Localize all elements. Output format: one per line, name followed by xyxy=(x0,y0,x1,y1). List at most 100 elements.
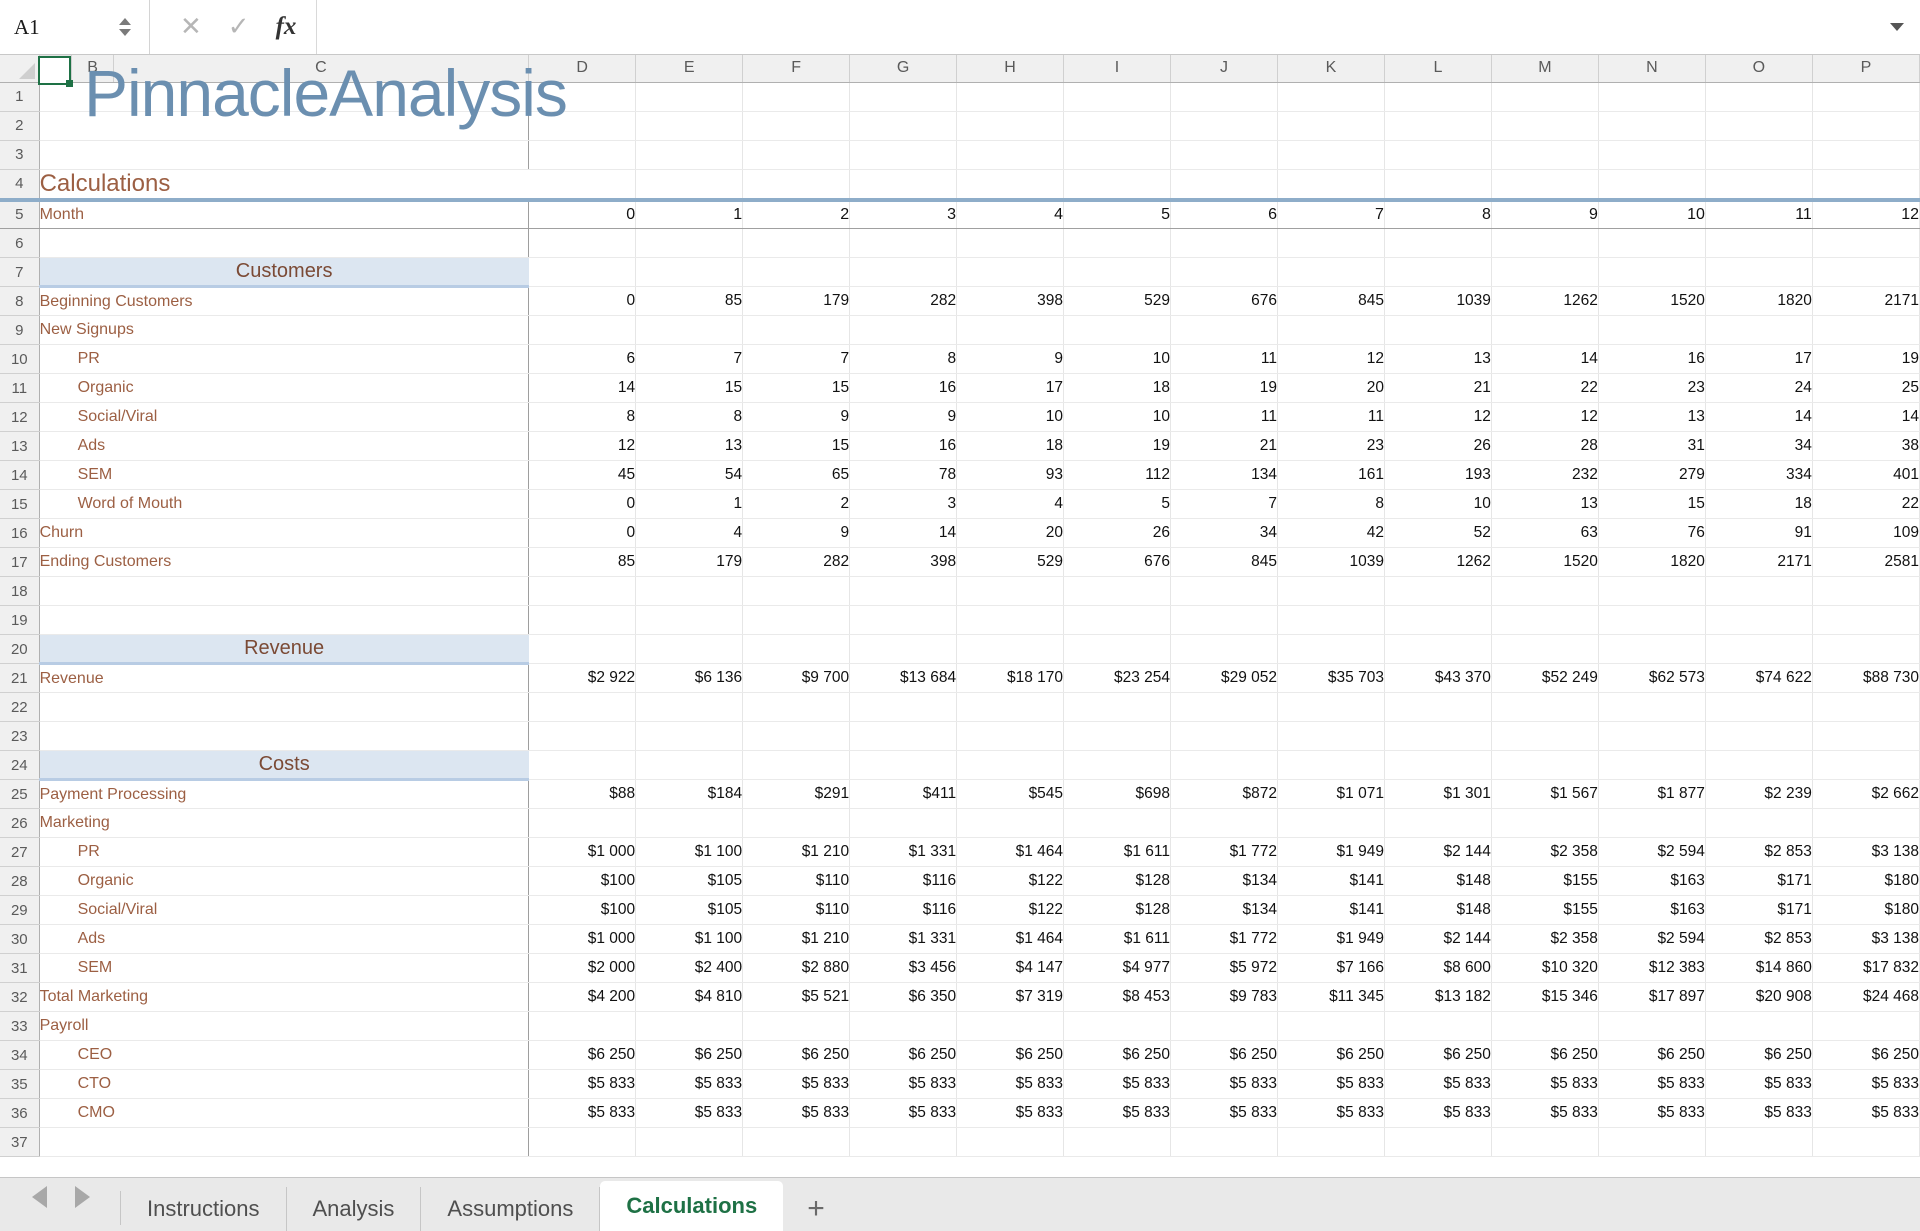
column-header-j[interactable]: J xyxy=(1170,55,1278,83)
data-cell[interactable]: $2 594 xyxy=(1598,924,1706,954)
data-cell[interactable]: $43 370 xyxy=(1384,663,1492,693)
data-cell[interactable] xyxy=(1598,1011,1706,1041)
data-cell[interactable]: $5 833 xyxy=(742,1069,851,1099)
data-cell[interactable] xyxy=(1063,1011,1172,1041)
data-cell[interactable]: 15 xyxy=(742,373,851,403)
data-cell[interactable] xyxy=(1384,808,1492,838)
data-cell[interactable]: 16 xyxy=(849,431,958,461)
data-cell[interactable]: $4 810 xyxy=(635,982,744,1012)
data-cell[interactable]: 11 xyxy=(1170,344,1278,374)
empty-cell[interactable] xyxy=(1277,721,1385,751)
data-cell[interactable]: 845 xyxy=(1170,547,1278,577)
empty-cell[interactable] xyxy=(528,111,637,141)
data-cell[interactable]: $3 456 xyxy=(849,953,958,983)
column-header-e[interactable]: E xyxy=(635,55,744,83)
data-cell[interactable]: $110 xyxy=(742,895,851,925)
data-cell[interactable]: $411 xyxy=(849,779,958,809)
column-header-k[interactable]: K xyxy=(1277,55,1385,83)
empty-cell[interactable] xyxy=(1491,111,1599,141)
row-header-6[interactable]: 6 xyxy=(0,228,40,258)
empty-cell[interactable] xyxy=(956,576,1065,606)
data-cell[interactable]: 1039 xyxy=(1277,547,1385,577)
data-cell[interactable]: $872 xyxy=(1170,779,1278,809)
empty-cell[interactable] xyxy=(1705,721,1813,751)
data-cell[interactable] xyxy=(528,315,637,345)
data-cell[interactable]: $14 860 xyxy=(1705,953,1813,983)
data-cell[interactable]: 23 xyxy=(1598,373,1706,403)
data-cell[interactable]: 63 xyxy=(1491,518,1599,548)
data-cell[interactable]: 65 xyxy=(742,460,851,490)
data-cell[interactable]: $2 400 xyxy=(635,953,744,983)
row-header-32[interactable]: 32 xyxy=(0,982,40,1012)
data-cell[interactable]: $2 144 xyxy=(1384,837,1492,867)
data-cell[interactable]: $5 972 xyxy=(1170,953,1278,983)
data-cell[interactable] xyxy=(1705,808,1813,838)
data-cell[interactable]: $17 832 xyxy=(1812,953,1920,983)
data-cell[interactable]: $184 xyxy=(635,779,744,809)
data-cell[interactable]: $17 897 xyxy=(1598,982,1706,1012)
empty-cell[interactable] xyxy=(1812,111,1920,141)
data-cell[interactable]: 20 xyxy=(1277,373,1385,403)
data-cell[interactable]: $6 136 xyxy=(635,663,744,693)
data-cell[interactable]: $88 xyxy=(528,779,637,809)
data-cell[interactable]: $5 833 xyxy=(1384,1069,1492,1099)
data-cell[interactable]: $1 611 xyxy=(1063,924,1172,954)
arrow-left-icon[interactable] xyxy=(32,1185,47,1208)
data-cell[interactable] xyxy=(742,808,851,838)
empty-cell[interactable] xyxy=(635,1127,744,1157)
data-cell[interactable]: 398 xyxy=(956,286,1065,316)
row-header-7[interactable]: 7 xyxy=(0,257,40,287)
data-cell[interactable] xyxy=(1384,1011,1492,1041)
function-icon[interactable]: fx xyxy=(276,13,297,41)
arrow-right-icon[interactable] xyxy=(75,1185,90,1208)
empty-cell[interactable] xyxy=(1598,1127,1706,1157)
data-cell[interactable]: $1 331 xyxy=(849,924,958,954)
data-cell[interactable] xyxy=(1705,1011,1813,1041)
empty-cell[interactable] xyxy=(1491,576,1599,606)
data-cell[interactable]: 232 xyxy=(1491,460,1599,490)
data-cell[interactable] xyxy=(849,1011,958,1041)
data-cell[interactable]: $105 xyxy=(635,866,744,896)
data-cell[interactable]: $2 662 xyxy=(1812,779,1920,809)
data-cell[interactable]: $5 833 xyxy=(1277,1098,1385,1128)
empty-cell[interactable] xyxy=(742,169,851,202)
empty-cell[interactable] xyxy=(1277,257,1385,287)
empty-cell[interactable] xyxy=(1063,111,1172,141)
data-cell[interactable]: $6 250 xyxy=(1812,1040,1920,1070)
data-cell[interactable] xyxy=(528,808,637,838)
row-header-19[interactable]: 19 xyxy=(0,605,40,635)
data-cell[interactable]: $29 052 xyxy=(1170,663,1278,693)
data-cell[interactable]: $1 000 xyxy=(528,924,637,954)
data-cell[interactable]: $141 xyxy=(1277,866,1385,896)
data-cell[interactable]: $5 833 xyxy=(1063,1069,1172,1099)
data-cell[interactable]: 18 xyxy=(956,431,1065,461)
empty-cell[interactable] xyxy=(1705,634,1813,664)
empty-cell[interactable] xyxy=(528,169,637,202)
empty-cell[interactable] xyxy=(1598,82,1706,112)
row-header-17[interactable]: 17 xyxy=(0,547,40,577)
data-cell[interactable]: $7 319 xyxy=(956,982,1065,1012)
data-cell[interactable]: 0 xyxy=(528,518,637,548)
data-cell[interactable]: $5 833 xyxy=(1170,1098,1278,1128)
data-cell[interactable]: 13 xyxy=(1384,344,1492,374)
empty-cell[interactable] xyxy=(1384,721,1492,751)
data-cell[interactable] xyxy=(1170,315,1278,345)
empty-cell[interactable] xyxy=(1705,169,1813,202)
column-header-o[interactable]: O xyxy=(1705,55,1813,83)
empty-cell[interactable] xyxy=(956,634,1065,664)
data-cell[interactable]: 0 xyxy=(528,286,637,316)
data-cell[interactable]: $5 833 xyxy=(1705,1069,1813,1099)
data-cell[interactable]: 91 xyxy=(1705,518,1813,548)
empty-cell[interactable] xyxy=(849,750,958,780)
data-cell[interactable]: $6 250 xyxy=(1384,1040,1492,1070)
empty-cell[interactable] xyxy=(1170,721,1278,751)
empty-cell[interactable] xyxy=(1170,634,1278,664)
data-cell[interactable]: 12 xyxy=(1491,402,1599,432)
empty-cell[interactable] xyxy=(849,111,958,141)
data-cell[interactable] xyxy=(1063,315,1172,345)
empty-cell[interactable] xyxy=(1598,140,1706,170)
empty-cell[interactable] xyxy=(1705,111,1813,141)
data-cell[interactable]: $2 000 xyxy=(528,953,637,983)
data-cell[interactable]: 22 xyxy=(1812,489,1920,519)
empty-cell[interactable] xyxy=(956,228,1065,258)
